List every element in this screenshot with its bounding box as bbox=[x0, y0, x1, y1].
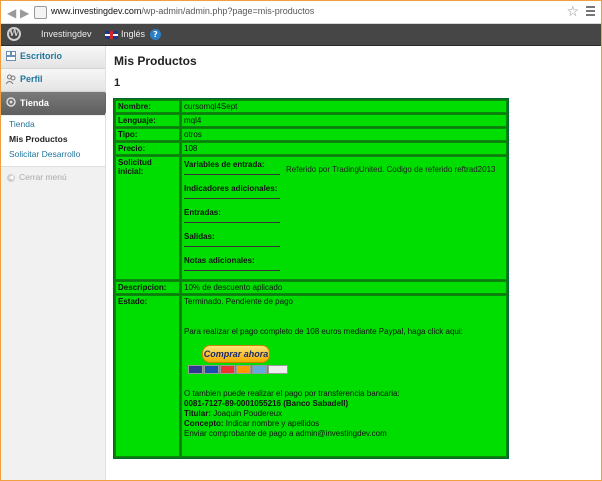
product-table: Nombre: cursomql4Sept Lenguaje: mql4 Tip… bbox=[113, 98, 509, 459]
concepto-value: Indicar nombre y apellidos bbox=[223, 419, 320, 428]
row-value: cursomql4Sept bbox=[181, 100, 507, 113]
field-salidas: Salidas: bbox=[184, 230, 504, 254]
tienda-submenu: Tienda Mis Productos Solicitar Desarroll… bbox=[1, 116, 105, 167]
payment-cards bbox=[188, 365, 504, 375]
collapse-arrow-icon: ◀ bbox=[7, 173, 15, 182]
estado-cell: Terminado. Pendiente de pago Para realiz… bbox=[181, 295, 507, 457]
language-selector[interactable]: Inglés bbox=[121, 29, 145, 39]
bookmark-star-icon[interactable]: ☆ bbox=[566, 4, 579, 20]
url-field[interactable]: www.investingdev.com/wp-admin/admin.php?… bbox=[51, 6, 314, 16]
forward-icon[interactable]: ▶ bbox=[20, 6, 29, 20]
solicitud-fields: Variables de entrada: Referido por Tradi… bbox=[181, 156, 507, 280]
browser-window: ◀ ▶ www.investingdev.com/wp-admin/admin.… bbox=[0, 0, 602, 481]
paypal-buy-now-button[interactable]: Comprar ahora bbox=[202, 345, 270, 363]
field-indicadores: Indicadores adicionales: bbox=[184, 182, 504, 206]
card-icon bbox=[188, 365, 203, 374]
field-underline bbox=[184, 246, 280, 247]
page-icon bbox=[34, 6, 47, 19]
submenu-item-mis-productos[interactable]: Mis Productos bbox=[9, 134, 68, 144]
visa-icon bbox=[204, 365, 219, 374]
row-value: 10% de descuento aplicado bbox=[181, 281, 507, 294]
referral-text: Referido por TradingUnited. Codigo de re… bbox=[286, 165, 496, 174]
field-entradas: Entradas: bbox=[184, 206, 504, 230]
main-content: Mis Productos 1 Nombre: cursomql4Sept Le… bbox=[106, 46, 601, 480]
concepto-label: Concepto: bbox=[184, 419, 224, 428]
page-title: Mis Productos bbox=[114, 54, 197, 68]
sidebar-item-label: Tienda bbox=[20, 98, 49, 108]
field-variables-entrada: Variables de entrada: Referido por Tradi… bbox=[184, 158, 504, 182]
collapse-label: Cerrar menú bbox=[19, 172, 67, 182]
status-text: Terminado. Pendiente de pago bbox=[184, 297, 293, 306]
mastercard-icon bbox=[220, 365, 235, 374]
sidebar-item-label: Escritorio bbox=[20, 51, 63, 61]
table-row: Solicitud inicial: Variables de entrada:… bbox=[115, 156, 507, 280]
users-icon bbox=[6, 74, 16, 84]
field-label: Salidas: bbox=[184, 232, 215, 241]
row-label: Tipo: bbox=[115, 128, 180, 141]
field-underline bbox=[184, 270, 280, 271]
uk-flag-icon bbox=[105, 31, 118, 39]
send-receipt-text: Enviar comprobante de pago a admin@inves… bbox=[184, 429, 387, 438]
table-row: Lenguaje: mql4 bbox=[115, 114, 507, 127]
sidebar-item-escritorio[interactable]: Escritorio bbox=[1, 46, 105, 69]
row-label: Lenguaje: bbox=[115, 114, 180, 127]
row-label: Precio: bbox=[115, 142, 180, 155]
titular-line: Titular: Joaquin Poudereux bbox=[184, 409, 504, 419]
sidebar-item-tienda[interactable]: Tienda bbox=[1, 92, 112, 115]
row-label: Estado: bbox=[115, 295, 180, 457]
row-label: Nombre: bbox=[115, 100, 180, 113]
field-label: Indicadores adicionales: bbox=[184, 184, 278, 193]
table-row: Descripcion: 10% de descuento aplicado bbox=[115, 281, 507, 294]
row-value: 108 bbox=[181, 142, 507, 155]
bank-account-icon bbox=[268, 365, 288, 374]
submenu-item-solicitar-desarrollo[interactable]: Solicitar Desarrollo bbox=[9, 149, 80, 159]
field-label: Entradas: bbox=[184, 208, 221, 217]
field-label: Notas adicionales: bbox=[184, 256, 255, 265]
titular-value: Joaquin Poudereux bbox=[210, 409, 283, 418]
row-label: Descripcion: bbox=[115, 281, 180, 294]
browser-menu-icon[interactable] bbox=[586, 6, 595, 18]
bank-account: 0081-7127-89-0001055216 (Banco Sabadell) bbox=[184, 399, 349, 408]
field-underline bbox=[184, 174, 280, 175]
submenu-item-tienda[interactable]: Tienda bbox=[9, 119, 35, 129]
table-row: Estado: Terminado. Pendiente de pago Par… bbox=[115, 295, 507, 457]
sidebar-item-perfil[interactable]: Perfil bbox=[1, 69, 105, 92]
row-label: Solicitud inicial: bbox=[115, 156, 180, 280]
field-notas: Notas adicionales: bbox=[184, 254, 504, 278]
address-bar: ◀ ▶ www.investingdev.com/wp-admin/admin.… bbox=[1, 1, 601, 24]
field-underline bbox=[184, 198, 280, 199]
titular-label: Titular: bbox=[184, 409, 211, 418]
sidebar-item-label: Perfil bbox=[20, 74, 43, 84]
paypal-instructions: Para realizar el pago completo de 108 eu… bbox=[184, 327, 463, 336]
help-icon[interactable]: ? bbox=[150, 29, 161, 40]
back-icon[interactable]: ◀ bbox=[7, 6, 16, 20]
table-row: Tipo: otros bbox=[115, 128, 507, 141]
table-row: Nombre: cursomql4Sept bbox=[115, 100, 507, 113]
admin-sidebar: Escritorio Perfil Tienda Tienda Mis Prod… bbox=[1, 46, 112, 480]
wordpress-logo-icon[interactable]: W bbox=[7, 27, 21, 41]
concepto-line: Concepto: Indicar nombre y apellidos bbox=[184, 419, 504, 429]
row-value: mql4 bbox=[181, 114, 507, 127]
maestro-icon bbox=[236, 365, 251, 374]
product-number: 1 bbox=[114, 77, 121, 89]
field-underline bbox=[184, 222, 280, 223]
tienda-icon bbox=[6, 97, 16, 107]
wp-admin-bar: W Investingdev Inglés ? bbox=[1, 24, 601, 46]
dashboard-icon bbox=[6, 51, 16, 61]
site-name-link[interactable]: Investingdev bbox=[41, 29, 92, 39]
table-row: Precio: 108 bbox=[115, 142, 507, 155]
card-icon bbox=[252, 365, 267, 374]
row-value: otros bbox=[181, 128, 507, 141]
collapse-menu-button[interactable]: ◀ Cerrar menú bbox=[7, 172, 67, 182]
transfer-text: O tambien puede realizar el pago por tra… bbox=[184, 389, 400, 398]
